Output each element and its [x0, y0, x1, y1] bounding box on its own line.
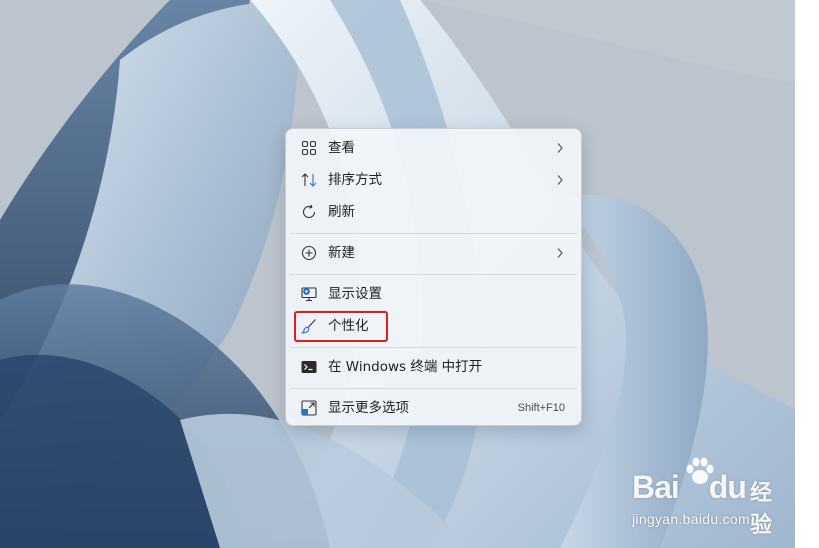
menu-item-open-in-terminal[interactable]: 在 Windows 终端 中打开 — [290, 352, 577, 382]
grid-view-icon — [301, 140, 317, 156]
menu-separator — [290, 274, 577, 275]
menu-item-refresh[interactable]: 刷新 — [290, 197, 577, 227]
menu-item-display-settings[interactable]: 显示设置 — [290, 279, 577, 309]
menu-item-new[interactable]: 新建 — [290, 238, 577, 268]
desktop-context-menu: 查看 排序方式 刷新 新建 显示设置 个性化 在 Windows 终端 中打开 … — [285, 128, 582, 426]
new-plus-icon — [301, 245, 317, 261]
chevron-right-icon — [557, 175, 563, 185]
desktop-wallpaper[interactable]: 查看 排序方式 刷新 新建 显示设置 个性化 在 Windows 终端 中打开 … — [0, 0, 795, 548]
chevron-right-icon — [557, 143, 563, 153]
menu-item-label: 新建 — [328, 245, 355, 261]
menu-item-label: 排序方式 — [328, 172, 382, 188]
menu-item-label: 显示更多选项 — [328, 400, 409, 416]
display-settings-icon — [301, 287, 317, 302]
menu-separator — [290, 347, 577, 348]
refresh-icon — [302, 204, 316, 218]
sort-icon — [301, 173, 317, 187]
menu-item-label: 查看 — [328, 140, 355, 156]
menu-item-show-more-options[interactable]: 显示更多选项 Shift+F10 — [290, 393, 577, 423]
watermark-product: 经验 — [750, 481, 773, 538]
menu-item-view[interactable]: 查看 — [290, 133, 577, 163]
menu-item-label: 在 Windows 终端 中打开 — [328, 359, 483, 375]
keyboard-shortcut: Shift+F10 — [517, 402, 565, 414]
baidu-jingyan-watermark: Bai du 经验 jingyan.baidu.com — [620, 455, 790, 538]
watermark-url: jingyan.baidu.com — [632, 511, 750, 527]
watermark-brand: Bai du — [632, 469, 747, 505]
annotation-highlight-box — [294, 311, 388, 342]
chevron-right-icon — [557, 248, 563, 258]
terminal-icon — [301, 361, 317, 373]
menu-item-sort-by[interactable]: 排序方式 — [290, 165, 577, 195]
menu-item-label: 刷新 — [328, 204, 355, 220]
menu-separator — [290, 233, 577, 234]
more-options-icon — [301, 400, 317, 416]
menu-item-label: 显示设置 — [328, 286, 382, 302]
menu-separator — [290, 388, 577, 389]
